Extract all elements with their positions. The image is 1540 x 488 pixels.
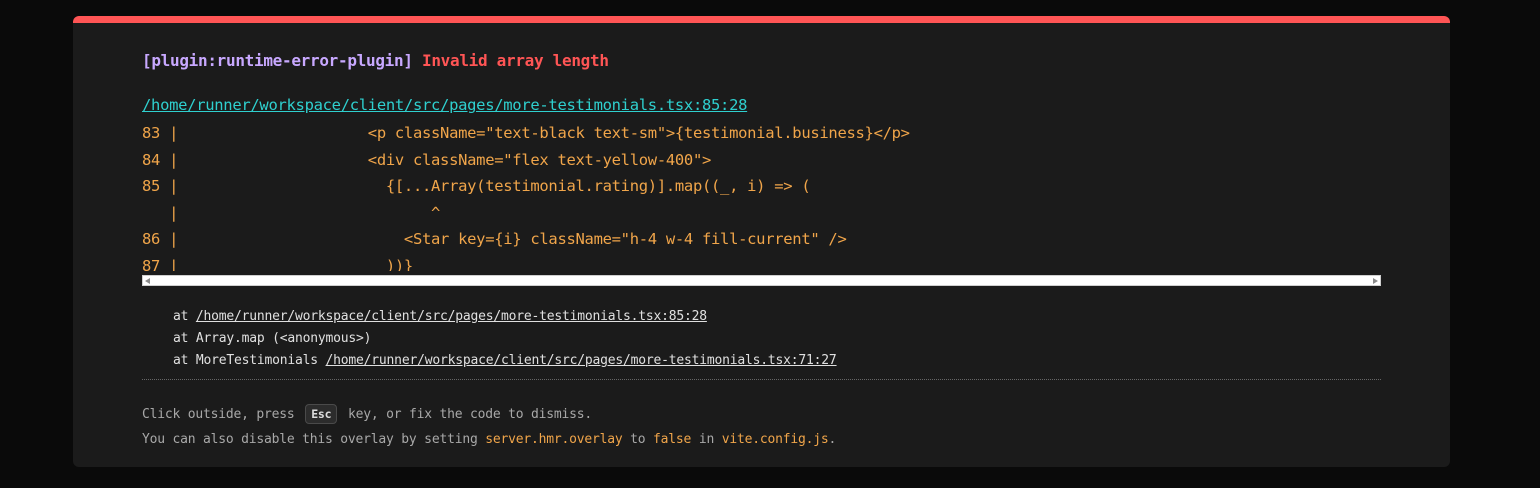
stack-trace-line: at MoreTestimonials /home/runner/workspa… bbox=[173, 350, 837, 372]
code-frame-horizontal-scrollbar[interactable] bbox=[142, 275, 1381, 286]
error-overlay: [plugin:runtime-error-plugin] Invalid ar… bbox=[73, 16, 1450, 467]
disable-overlay-tip: You can also disable this overlay by set… bbox=[142, 432, 836, 447]
config-value-code: false bbox=[653, 432, 692, 447]
error-plugin-name: [plugin:runtime-error-plugin] bbox=[142, 51, 413, 70]
error-title: [plugin:runtime-error-plugin] Invalid ar… bbox=[142, 51, 609, 70]
scroll-left-arrow-icon[interactable] bbox=[145, 278, 150, 284]
tip-text: in bbox=[698, 432, 715, 447]
config-file-code: vite.config.js bbox=[721, 432, 829, 447]
stack-trace-prefix: at MoreTestimonials bbox=[173, 353, 326, 368]
stack-trace: at /home/runner/workspace/client/src/pag… bbox=[173, 306, 837, 372]
code-frame-line: 84 | <div className="flex text-yellow-40… bbox=[142, 150, 712, 169]
dismiss-tip: Click outside, press Esc key, or fix the… bbox=[142, 404, 592, 424]
config-key-code: server.hmr.overlay bbox=[485, 432, 623, 447]
stack-trace-prefix: at Array.map (<anonymous>) bbox=[173, 331, 372, 346]
code-frame-line: 87 | ))} bbox=[142, 256, 413, 272]
stack-trace-line: at /home/runner/workspace/client/src/pag… bbox=[173, 306, 837, 328]
code-frame-line: 83 | <p className="text-black text-sm">{… bbox=[142, 124, 910, 142]
esc-key-badge: Esc bbox=[305, 404, 338, 424]
code-frame-line: 86 | <Star key={i} className="h-4 w-4 fi… bbox=[142, 230, 847, 248]
code-frame-line: 85 | {[...Array(testimonial.rating)].map… bbox=[142, 177, 811, 195]
stack-trace-line: at Array.map (<anonymous>) bbox=[173, 328, 837, 350]
dismiss-tip-text: key, or fix the code to dismiss. bbox=[348, 407, 593, 422]
code-frame[interactable]: 83 | <p className="text-black text-sm">{… bbox=[142, 120, 1381, 271]
dismiss-tip-text: Click outside, press bbox=[142, 407, 295, 422]
error-file-link[interactable]: /home/runner/workspace/client/src/pages/… bbox=[142, 96, 747, 114]
stack-trace-link[interactable]: /home/runner/workspace/client/src/pages/… bbox=[196, 309, 707, 324]
error-message: Invalid array length bbox=[422, 51, 609, 70]
scroll-right-arrow-icon[interactable] bbox=[1373, 278, 1378, 284]
stack-trace-prefix: at bbox=[173, 309, 196, 324]
tip-text: You can also disable this overlay by set… bbox=[142, 432, 478, 447]
tip-divider bbox=[142, 379, 1381, 380]
tip-text: . bbox=[828, 432, 837, 447]
tip-text: to bbox=[630, 432, 646, 447]
code-frame-caret-line: | ^ bbox=[142, 203, 441, 222]
stack-trace-link[interactable]: /home/runner/workspace/client/src/pages/… bbox=[326, 353, 837, 368]
